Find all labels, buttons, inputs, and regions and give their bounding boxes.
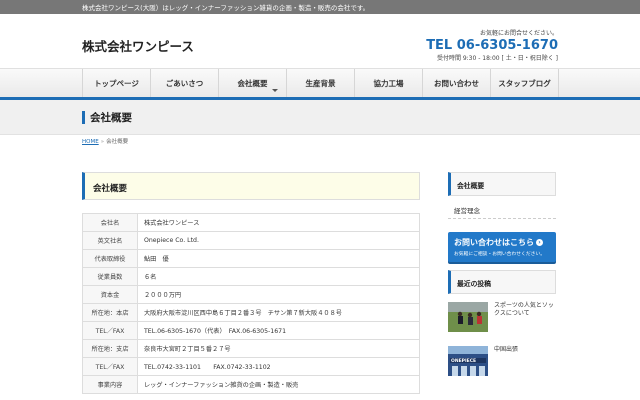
row-key: 会社名 (82, 213, 138, 232)
table-row: 所在地：本店 大阪府大阪市淀川区西中島６丁目２番３号 チサン第７新大阪４０８号 (82, 303, 420, 322)
phone-number[interactable]: TEL 06-6305-1670 (426, 38, 558, 53)
row-value: Onepiece Co. Ltd. (137, 231, 420, 250)
sidebar-company-heading: 会社概要 (448, 172, 556, 196)
contact-cta-button[interactable]: お問い合わせはこちら › お気軽にご相談・お問い合わせください。 (448, 232, 556, 262)
row-key: 所在地：支店 (82, 339, 138, 358)
breadcrumb: HOME» 会社概要 (82, 137, 128, 145)
sidebar-recent-heading: 最近の投稿 (448, 270, 556, 294)
post-thumbnail-office[interactable]: ONEPIECE (448, 346, 488, 376)
company-info-table: 会社名 株式会社ワンピース 英文社名 Onepiece Co. Ltd. 代表取締役… (82, 213, 420, 394)
row-value: 大阪府大阪市淀川区西中島６丁目２番３号 チサン第７新大阪４０８号 (137, 303, 420, 322)
cta-subtitle: お気軽にご相談・お問い合わせください。 (454, 252, 546, 257)
site-header: 株式会社ワンピース お気軽にお問合せください。 TEL 06-6305-1670… (0, 14, 640, 68)
row-key: 所在地：本店 (82, 303, 138, 322)
main-nav: トップページ ごあいさつ 会社概要 生産背景 協力工場 お問い合わせ スタッフブ… (0, 68, 640, 98)
cta-title-line: お問い合わせはこちら › (454, 237, 543, 248)
row-key: TEL／FAX (82, 321, 138, 340)
sidebar-heading-text: 最近の投稿 (457, 280, 491, 288)
post-title[interactable]: スポーツの人気とソックスについて (494, 302, 556, 318)
table-row: 所在地：支店 奈良市大宮町２丁目５番２７号 (82, 339, 420, 358)
table-row: 会社名 株式会社ワンピース (82, 213, 420, 232)
row-key: 事業内容 (82, 375, 138, 394)
table-row: TEL／FAX TEL.06-6305-1670（代表） FAX.06-6305-… (82, 321, 420, 340)
sidebar-heading-text: 会社概要 (457, 182, 485, 190)
row-key: 資本金 (82, 285, 138, 304)
row-value: TEL.0742-33-1101 FAX.0742-33-1102 (137, 357, 420, 376)
nav-item-production[interactable]: 生産背景 (287, 69, 355, 98)
section-title: 会社概要 (93, 184, 128, 194)
table-row: 代表取締役 鮎田 優 (82, 249, 420, 268)
nav-item-contact[interactable]: お問い合わせ (423, 69, 491, 98)
nav-item-factories[interactable]: 協力工場 (355, 69, 423, 98)
table-row: 事業内容 レッグ・インナーファッション雑貨の企画・製造・販売 (82, 375, 420, 394)
page-title-band: 会社概要 (0, 100, 640, 135)
contact-label: お気軽にお問合せください。 (479, 30, 558, 37)
recent-post-item[interactable]: スポーツの人気とソックスについて (448, 302, 556, 336)
breadcrumb-separator: » (100, 139, 105, 145)
row-value: レッグ・インナーファッション雑貨の企画・製造・販売 (137, 375, 420, 394)
breadcrumb-current: 会社概要 (106, 139, 129, 145)
table-row: TEL／FAX TEL.0742-33-1101 FAX.0742-33-1102 (82, 357, 420, 376)
breadcrumb-home-link[interactable]: HOME (82, 139, 99, 145)
sports-photo-icon (448, 302, 488, 332)
nav-item-greeting[interactable]: ごあいさつ (151, 69, 219, 98)
arrow-right-icon: › (536, 239, 543, 246)
row-value: ２０００万円 (137, 285, 420, 304)
row-key: 英文社名 (82, 231, 138, 250)
row-value: TEL.06-6305-1670（代表） FAX.06-6305-1671 (137, 321, 420, 340)
title-accent-bar (82, 111, 85, 124)
post-title[interactable]: 中国出張 (494, 346, 556, 354)
table-row: 資本金 ２０００万円 (82, 285, 420, 304)
cta-title: お問い合わせはこちら (454, 238, 534, 247)
nav-item-staff-blog[interactable]: スタッフブログ (491, 69, 559, 98)
row-key: TEL／FAX (82, 357, 138, 376)
post-thumbnail-sports[interactable] (448, 302, 488, 332)
page-title: 会社概要 (90, 112, 132, 124)
table-row: 従業員数 ６名 (82, 267, 420, 286)
row-value: 株式会社ワンピース (137, 213, 420, 232)
recent-post-item[interactable]: ONEPIECE 中国出張 (448, 346, 556, 380)
thumbnail-sign-text: ONEPIECE (451, 359, 477, 364)
row-key: 代表取締役 (82, 249, 138, 268)
table-row: 英文社名 Onepiece Co. Ltd. (82, 231, 420, 250)
row-value: 鮎田 優 (137, 249, 420, 268)
top-announcement-bar: 株式会社ワンピース(大阪）はレッグ・インナーファッション雑貨の企画・製造・販売の… (0, 0, 640, 14)
sidebar-link-text: 経営理念 (454, 207, 480, 215)
site-logo[interactable]: 株式会社ワンピース (82, 36, 194, 55)
row-key: 従業員数 (82, 267, 138, 286)
sidebar-link-philosophy[interactable]: 経営理念 (448, 199, 556, 219)
header-contact: お気軽にお問合せください。 TEL 06-6305-1670 受付時間 9:30… (426, 28, 558, 62)
row-value: 奈良市大宮町２丁目５番２７号 (137, 339, 420, 358)
row-value: ６名 (137, 267, 420, 286)
nav-item-top[interactable]: トップページ (83, 69, 151, 98)
announcement-text: 株式会社ワンピース(大阪）はレッグ・インナーファッション雑貨の企画・製造・販売の… (82, 4, 370, 12)
business-hours: 受付時間 9:30 - 18:00 [ 土・日・祝日除く ] (436, 55, 558, 62)
nav-item-company[interactable]: 会社概要 (219, 69, 287, 98)
section-title-box: 会社概要 (82, 172, 420, 200)
